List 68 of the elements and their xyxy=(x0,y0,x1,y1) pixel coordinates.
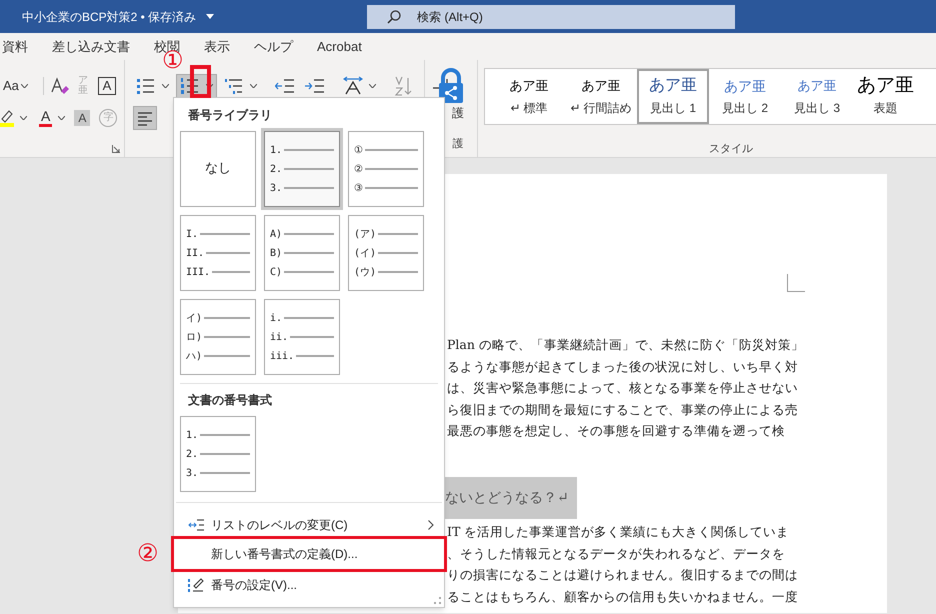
caret-icon xyxy=(250,84,257,88)
change-case-button[interactable]: Aa xyxy=(0,76,31,96)
highlighter-icon[interactable] xyxy=(0,109,14,127)
margin-corner-icon xyxy=(787,274,805,292)
caret-icon xyxy=(206,84,213,88)
numbering-format-option[interactable]: 1. 2. 3. xyxy=(180,416,256,492)
font-color-button[interactable]: A xyxy=(39,109,52,127)
search-field[interactable]: 検索 (Alt+Q) xyxy=(367,4,736,28)
text-line: は、災害や緊急事態によって、核となる事業を停止させない xyxy=(447,379,798,398)
caret-icon xyxy=(162,84,169,88)
text-line: ることはもちろん、顧客からの信用も失いかねません。一度 xyxy=(447,588,798,606)
numbered-list-icon xyxy=(180,76,200,96)
text-line: りの損害になることは避けられません。復旧するまでの間は xyxy=(447,566,798,584)
numbering-format-option[interactable]: 1. 2. 3. xyxy=(264,131,340,207)
group-label: 護 xyxy=(452,137,464,152)
menu-item[interactable]: 新しい番号書式の定義(D)... xyxy=(174,539,444,569)
numbering-format-option[interactable]: (ア) (イ) (ウ) xyxy=(348,215,424,291)
caret-icon xyxy=(20,84,28,88)
resize-grip-icon[interactable] xyxy=(434,597,441,604)
caret-icon[interactable] xyxy=(20,116,27,120)
numbering-format-option[interactable]: i. ii. iii. xyxy=(264,299,340,375)
text-line: ら復旧までの期間を最短にすることで、事業の停止による売 xyxy=(447,400,798,419)
ribbon-tab[interactable]: 差し込み文書 xyxy=(52,36,130,56)
ribbon-tab[interactable]: 表示 xyxy=(204,36,230,56)
numbering-format-option[interactable]: イ) ロ) ハ) xyxy=(180,299,256,375)
numbering-format-option[interactable]: A) B) C) xyxy=(264,215,340,291)
ribbon-tab[interactable]: Acrobat xyxy=(317,36,362,56)
style-item[interactable]: あア亜 ↵ 標準 xyxy=(493,69,565,124)
ribbon-tab[interactable]: 資料 xyxy=(2,36,28,56)
highlight-frame xyxy=(190,65,211,98)
section-heading: 文書の番号書式 xyxy=(188,392,272,409)
ribbon-tab[interactable]: ヘルプ xyxy=(254,36,293,56)
character-shading-button[interactable]: A xyxy=(74,110,90,126)
window-title: 中小企業のBCP対策2 • 保存済み xyxy=(22,8,196,26)
text-line: Plan の略で、「事業継続計画」で、未然に防ぐ「防災対策」 xyxy=(447,336,804,354)
style-item[interactable]: あア亜 見出し 2 xyxy=(709,69,781,124)
menu-item[interactable]: 番号の設定(V)... xyxy=(174,572,444,598)
style-item[interactable]: あア亜 見出し 3 xyxy=(781,69,853,124)
numbered-list-pencil-icon xyxy=(188,578,204,592)
character-border-button[interactable]: A xyxy=(98,77,116,95)
padlock-icon[interactable] xyxy=(436,68,466,104)
letter-arrows-icon xyxy=(343,76,363,96)
protect-button[interactable]: 護 xyxy=(452,104,464,122)
numbering-format-option[interactable]: ① ② ③ xyxy=(348,131,424,207)
numbering-format-option[interactable]: I. II. III. xyxy=(180,215,256,291)
search-icon xyxy=(387,10,402,24)
multilevel-list-icon xyxy=(224,76,244,96)
indent-arrows-icon xyxy=(188,519,204,531)
caret-icon[interactable] xyxy=(58,116,66,120)
align-left-icon xyxy=(137,110,153,126)
text-line: IT を活用した事業運営が多く業績にも大きく関係していま xyxy=(447,522,790,541)
numbering-format-option[interactable]: なし xyxy=(180,131,256,207)
sort-icon xyxy=(394,76,414,96)
group-label: スタイル xyxy=(709,142,753,156)
caret-icon[interactable] xyxy=(206,14,214,19)
style-item[interactable]: あア亜 見出し 1 xyxy=(637,69,709,124)
caret-icon xyxy=(369,84,376,88)
text-line: 、そうした情報元となるデータが失われるなど、データを xyxy=(447,544,785,563)
text-line: 最悪の事態を想定し、その事態を回避する準備を遡って検 xyxy=(447,422,785,440)
section-heading: 番号ライブラリ xyxy=(188,107,272,124)
eraser-letter-icon[interactable] xyxy=(50,77,70,95)
text-line: るような事態が起きてしまった後の状況に対し、いち早く対 xyxy=(447,358,798,376)
style-item[interactable]: あア亜 表題 xyxy=(853,69,918,124)
style-item[interactable]: あア亜 ↵ 行間詰め xyxy=(565,69,637,124)
align-left-button[interactable] xyxy=(133,106,157,130)
step-number: ② xyxy=(137,541,159,567)
dialog-launcher-icon[interactable] xyxy=(112,145,120,153)
bullet-list-icon xyxy=(136,76,156,96)
